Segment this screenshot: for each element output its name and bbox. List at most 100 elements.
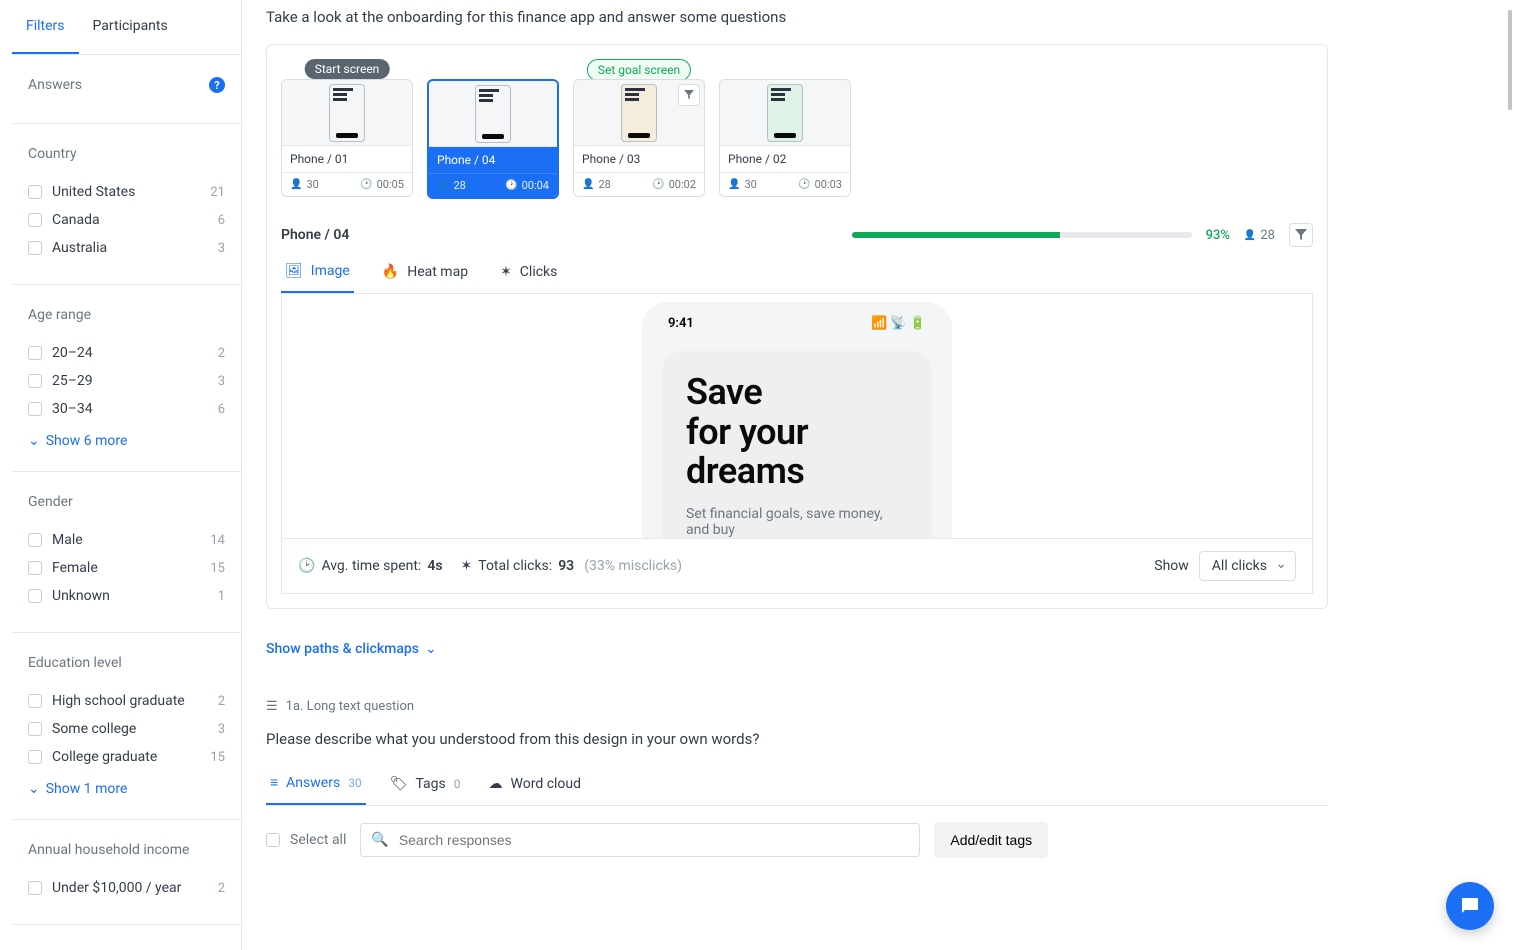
filter-checkbox[interactable] (28, 346, 42, 360)
filter-row[interactable]: College graduate15 (28, 743, 225, 771)
phone-mock (621, 84, 657, 142)
question-type-icon: ☰ (266, 699, 278, 714)
question-text: Please describe what you understood from… (266, 730, 1328, 748)
filter-group: Age range20–24225–29330–346⌄ Show 6 more (12, 285, 241, 472)
filter-group-title: Country (28, 146, 77, 162)
screen-thumb[interactable]: Phone / 01 👤30 🕑00:05 (281, 79, 413, 197)
filter-checkbox[interactable] (28, 561, 42, 575)
filter-row[interactable]: Male 14 (28, 526, 225, 554)
show-more-link[interactable]: ⌄ Show 6 more (28, 423, 225, 449)
filter-checkbox[interactable] (28, 589, 42, 603)
filter-checkbox[interactable] (28, 185, 42, 199)
filter-group: Country United States21Canada6 Australia 3 (12, 124, 241, 285)
filter-group-title: Education level (28, 655, 122, 671)
filter-count: 2 (218, 346, 225, 361)
show-paths-link[interactable]: Show paths & clickmaps ⌄ (266, 641, 437, 657)
filter-label: Under $10,000 / year (52, 880, 181, 896)
show-select[interactable]: All clicks (1199, 551, 1296, 581)
filter-row[interactable]: 25–293 (28, 367, 225, 395)
thumb-image (282, 80, 412, 145)
thumb-meta: 👤30 🕑00:03 (720, 172, 850, 196)
view-tab-clicks[interactable]: ✶ Clicks (496, 263, 561, 293)
filter-count: 15 (210, 561, 225, 576)
filter-label: Unknown (52, 588, 110, 604)
filter-checkbox[interactable] (28, 241, 42, 255)
funnel-icon (1295, 229, 1307, 241)
view-tab-image[interactable]: 🖼 Image (281, 263, 354, 293)
chevron-down-icon: ⌄ (28, 781, 40, 797)
filter-label: Australia (52, 240, 107, 256)
resp-tab-answers[interactable]: ≡ Answers 30 (266, 774, 366, 805)
people-icon: 👤 (290, 179, 302, 190)
question-block: ☰ 1a. Long text question Please describe… (266, 657, 1328, 858)
filter-label: 30–34 (52, 401, 93, 417)
filter-row[interactable]: 20–242 (28, 339, 225, 367)
filter-checkbox[interactable] (28, 722, 42, 736)
screen-thumb[interactable]: Phone / 04 👤28 🕑00:04 (427, 79, 559, 199)
clock-icon: 🕑 (652, 179, 664, 190)
thumb-badge: Set goal screen (587, 59, 691, 81)
image-icon: 🖼 (285, 263, 303, 279)
filter-row[interactable]: High school graduate2 (28, 687, 225, 715)
filter-row[interactable]: Canada6 (28, 206, 225, 234)
thumb-filter-chip[interactable] (678, 84, 700, 106)
filter-checkbox[interactable] (28, 402, 42, 416)
fire-icon: 🔥 (382, 264, 399, 280)
search-input[interactable] (399, 832, 910, 848)
resp-tab-wordcloud[interactable]: ☁ Word cloud (485, 774, 586, 805)
filter-checkbox[interactable] (28, 694, 42, 708)
filter-count: 1 (218, 589, 225, 604)
thumb-title: Phone / 01 (282, 145, 412, 172)
filter-count: 14 (210, 533, 225, 548)
question-meta: 1a. Long text question (286, 699, 414, 714)
filter-label: Canada (52, 212, 100, 228)
filter-checkbox[interactable] (28, 750, 42, 764)
thumbnails-card: Start screen Phone / 01 👤30 🕑00:05 Phone… (266, 44, 1328, 609)
resp-tab-tags[interactable]: 🏷 Tags 0 (386, 774, 465, 805)
filter-row[interactable]: United States21 (28, 178, 225, 206)
filter-group: Education level High school graduate2Some… (12, 633, 241, 820)
filter-count: 3 (218, 241, 225, 256)
filter-label: Male (52, 532, 83, 548)
add-edit-tags-button[interactable]: Add/edit tags (934, 822, 1048, 858)
preview-box: 9:41 📶 📡 🔋 Save for your dreams Set fina… (281, 294, 1313, 539)
screen-thumb-wrapper: Set goal screen Phone / 03 👤28 🕑00:02 (573, 59, 705, 199)
tag-icon: 🏷 (390, 776, 408, 792)
filter-group: GenderMale14Female15Unknown1 (12, 472, 241, 633)
search-responses[interactable]: 🔍 (360, 823, 920, 857)
progress-pct: 93% (1206, 228, 1230, 243)
tab-filters[interactable]: Filters (12, 0, 79, 54)
filter-row[interactable]: Unknown 1 (28, 582, 225, 610)
total-clicks-stat: ✶ Total clicks: 93 (33% misclicks) (461, 558, 682, 574)
screen-thumb[interactable]: Phone / 02 👤30 🕑00:03 (719, 79, 851, 197)
people-icon: 👤 (437, 180, 449, 191)
filter-checkbox[interactable] (28, 213, 42, 227)
filter-row[interactable]: Female15 (28, 554, 225, 582)
filter-checkbox[interactable] (28, 533, 42, 547)
chevron-down-icon: ⌄ (28, 433, 40, 449)
select-all-checkbox[interactable] (266, 833, 280, 847)
show-more-link[interactable]: ⌄ Show 1 more (28, 771, 225, 797)
filter-checkbox[interactable] (28, 881, 42, 895)
intro-text: Take a look at the onboarding for this f… (266, 8, 1328, 26)
progress-fill (852, 232, 1061, 238)
filter-label: United States (52, 184, 135, 200)
filter-row[interactable]: Some college3 (28, 715, 225, 743)
filter-button[interactable] (1289, 223, 1313, 247)
thumb-image (429, 81, 557, 146)
screen-thumb[interactable]: Phone / 03 👤28 🕑00:02 (573, 79, 705, 197)
chat-fab[interactable] (1446, 882, 1494, 930)
thumb-meta: 👤30 🕑00:05 (282, 172, 412, 196)
filter-row[interactable]: Australia 3 (28, 234, 225, 262)
select-all[interactable]: Select all (266, 832, 346, 848)
help-icon[interactable]: ? (209, 77, 225, 93)
clock-icon: 🕑 (298, 558, 315, 574)
preview-sub: Set financial goals, save money, and buy (686, 506, 908, 538)
filter-checkbox[interactable] (28, 374, 42, 388)
view-tabs: 🖼 Image 🔥 Heat map ✶ Clicks (281, 247, 1313, 294)
tab-participants[interactable]: Participants (79, 0, 182, 54)
view-tab-heatmap[interactable]: 🔥 Heat map (378, 263, 472, 293)
filter-row[interactable]: 30–346 (28, 395, 225, 423)
filter-row[interactable]: Under $10,000 / year2 (28, 874, 225, 902)
people-icon: 👤 (582, 179, 594, 190)
